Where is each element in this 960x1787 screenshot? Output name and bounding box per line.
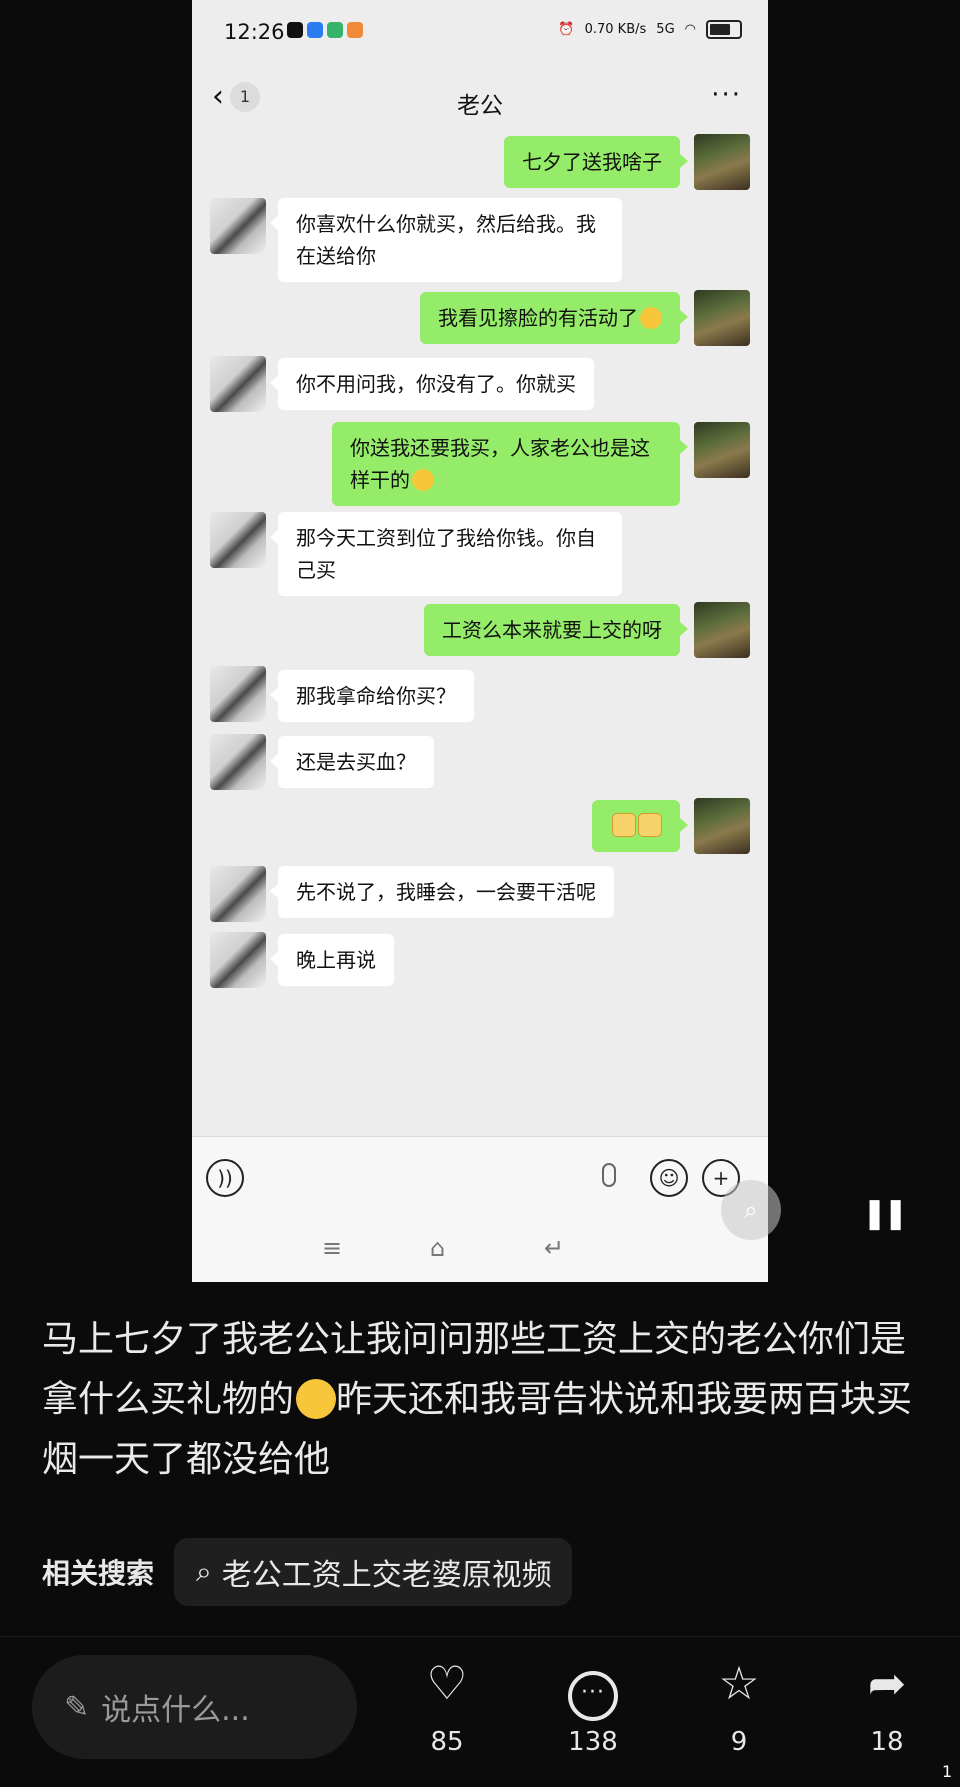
message-bubble[interactable]: 晚上再说 (270, 934, 394, 986)
home-icon[interactable]: ⌂ (430, 1234, 445, 1262)
status-time: 12:26 (224, 20, 285, 44)
share-icon: ➦ (867, 1656, 907, 1710)
app-icon (307, 22, 323, 38)
chat-title: 老公 (457, 93, 503, 119)
chat-input-bar: )) ☺ + (192, 1136, 768, 1221)
post-caption: 马上七夕了我老公让我问问那些工资上交的老公你们是拿什么买礼物的 昨天还和我哥告状说… (42, 1310, 932, 1490)
message-bubble[interactable]: 你不用问我，你没有了。你就买 (270, 358, 594, 410)
share-count: 18 (870, 1727, 904, 1757)
emoji-icon[interactable]: ☺ (650, 1159, 688, 1197)
message-bubble[interactable] (592, 800, 688, 852)
like-button[interactable]: ♡ 85 (402, 1651, 492, 1757)
signal-label: 5G (656, 22, 675, 37)
net-speed: 0.70 KB/s (584, 22, 647, 37)
avatar[interactable] (210, 198, 266, 254)
avatar[interactable] (210, 734, 266, 790)
like-count: 85 (430, 1727, 464, 1757)
avatar[interactable] (210, 356, 266, 412)
share-button[interactable]: ➦ 18 (842, 1651, 932, 1757)
avatar[interactable] (694, 798, 750, 854)
back-nav-icon[interactable]: ↵ (544, 1234, 564, 1262)
message-bubble[interactable]: 那我拿命给你买？ (270, 670, 474, 722)
message-bubble[interactable]: 我看见擦脸的有活动了 (420, 292, 688, 344)
voice-icon[interactable]: )) (206, 1159, 244, 1197)
related-search-label: 相关搜索 (42, 1557, 155, 1590)
pencil-icon: ✎ (64, 1689, 90, 1725)
money-face-emoji-icon (638, 813, 662, 837)
comment-input[interactable]: ✎ 说点什么... (32, 1655, 357, 1759)
avatar[interactable] (210, 932, 266, 988)
pause-icon[interactable]: ❚❚ (862, 1196, 908, 1231)
comment-button[interactable]: ··· 138 (548, 1651, 638, 1757)
message-bubble[interactable]: 你送我还要我买，人家老公也是这样干的 (332, 422, 688, 506)
laugh-cry-emoji-icon (296, 1379, 337, 1419)
avatar[interactable] (694, 290, 750, 346)
mic-icon[interactable] (602, 1163, 616, 1187)
sly-emoji-icon (412, 469, 434, 491)
status-bar: 12:26 ⏰ 0.70 KB/s 5G ◠ (192, 0, 768, 68)
star-icon: ☆ (718, 1656, 760, 1710)
avatar[interactable] (210, 512, 266, 568)
avatar[interactable] (694, 134, 750, 190)
message-bubble[interactable]: 七夕了送我啥子 (504, 136, 688, 188)
search-icon: ⌕ (196, 1555, 212, 1588)
favorite-button[interactable]: ☆ 9 (694, 1651, 784, 1757)
message-bubble[interactable]: 先不说了，我睡会，一会要干活呢 (270, 866, 614, 918)
system-nav-bar: ≡ ⌂ ↵ (192, 1220, 768, 1282)
laugh-cry-emoji-icon (640, 307, 662, 329)
tiktok-icon (287, 22, 303, 38)
app-icon (327, 22, 343, 38)
message-bubble[interactable]: 还是去买血？ (270, 736, 434, 788)
related-search-query: 老公工资上交老婆原视频 (221, 1558, 552, 1593)
message-text: 我看见擦脸的有活动了 (438, 306, 638, 330)
message-bubble[interactable]: 你喜欢什么你就买，然后给我。我在送给你 (270, 198, 622, 282)
avatar[interactable] (210, 666, 266, 722)
status-app-icons (287, 22, 363, 38)
related-search-chip[interactable]: ⌕ 老公工资上交老婆原视频 (174, 1538, 572, 1606)
chat-header: ‹ 1 老公 ··· (192, 68, 768, 132)
wifi-icon: ◠ (684, 22, 696, 37)
alarm-icon: ⏰ (558, 22, 575, 37)
menu-icon[interactable]: ≡ (322, 1234, 342, 1262)
related-search: 相关搜索 ⌕ 老公工资上交老婆原视频 (42, 1538, 572, 1606)
favorite-count: 9 (730, 1727, 748, 1757)
avatar[interactable] (210, 866, 266, 922)
more-icon[interactable]: ··· (711, 80, 742, 110)
message-bubble[interactable]: 工资么本来就要上交的呀 (424, 604, 688, 656)
battery-icon (706, 20, 742, 39)
avatar[interactable] (694, 602, 750, 658)
comment-placeholder: 说点什么... (101, 1693, 250, 1728)
avatar[interactable] (694, 422, 750, 478)
message-text: 你送我还要我买，人家老公也是这样干的 (350, 436, 650, 492)
scan-icon[interactable]: ⌕ (721, 1180, 781, 1240)
comment-icon: ··· (548, 1651, 638, 1721)
edge-digit: 1 (942, 1762, 953, 1781)
comment-count: 138 (568, 1727, 618, 1757)
money-face-emoji-icon (612, 813, 636, 837)
chat-screenshot: 12:26 ⏰ 0.70 KB/s 5G ◠ ‹ 1 老公 ··· 七夕了送我啥… (192, 0, 768, 1282)
app-icon (347, 22, 363, 38)
status-right: ⏰ 0.70 KB/s 5G ◠ (558, 20, 742, 39)
heart-icon: ♡ (426, 1656, 468, 1710)
message-bubble[interactable]: 那今天工资到位了我给你钱。你自己买 (270, 512, 622, 596)
bottom-action-bar: ✎ 说点什么... ♡ 85 ··· 138 ☆ 9 ➦ 18 (0, 1636, 960, 1787)
